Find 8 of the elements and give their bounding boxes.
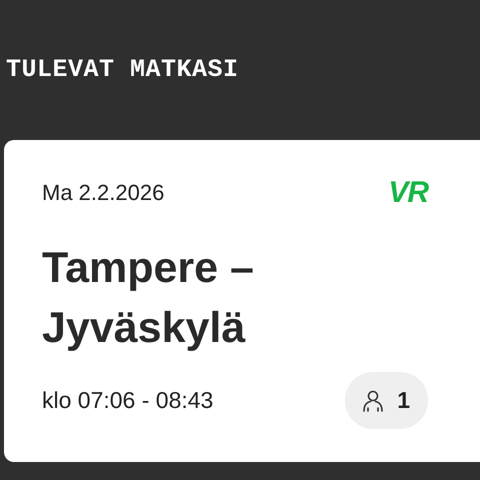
route-title: Tampere – Jyväskylä [42,243,255,354]
passenger-count: 1 [397,387,410,414]
trip-card[interactable]: Ma 2.2.2026 VR Tampere – Jyväskylä klo 07:06 - 08:43 1 [4,140,480,462]
trip-time: klo 07:06 - 08:43 [42,387,214,414]
person-icon [361,388,386,412]
page-title: TULEVAT MATKASI [6,55,239,84]
logo: VR [388,176,428,210]
trip-date: Ma 2.2.2026 [42,180,164,206]
